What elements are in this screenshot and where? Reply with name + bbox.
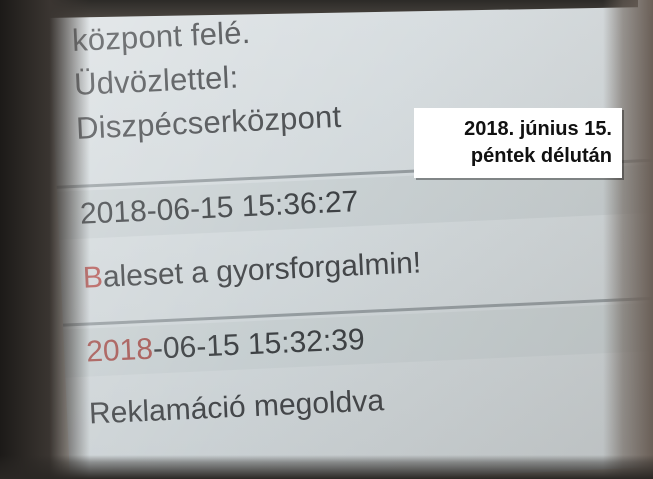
caption-date: 2018. június 15.: [464, 118, 612, 140]
date-caption: 2018. június 15. péntek délután: [414, 108, 622, 178]
timestamp-rest: -06-15 15:32:39: [152, 323, 366, 366]
message-1-body[interactable]: Baleset a gyorsforgalmin!: [60, 229, 653, 304]
timestamp-year: 2018: [85, 332, 154, 369]
message-2-header[interactable]: 2018-06-15 15:32:39: [63, 302, 653, 378]
message-text: Reklamáció megoldva: [88, 384, 385, 431]
message-2-body[interactable]: Reklamáció megoldva: [66, 364, 653, 439]
photo-frame: Üzenetek központ felé. Üdvözlettel: Disz…: [0, 0, 653, 479]
device-right-bezel: [603, 0, 653, 479]
message-text-rest: aleset a gyorsforgalmin!: [102, 246, 422, 294]
message-screen: Üzenetek központ felé. Üdvözlettel: Disz…: [48, 0, 653, 479]
device-left-bezel: [0, 0, 90, 479]
device-bottom-bezel: [0, 455, 653, 479]
message-text: Baleset a gyorsforgalmin!: [60, 229, 653, 304]
message-timestamp: 2018-06-15 15:32:39: [63, 302, 653, 377]
caption-day: péntek délután: [470, 145, 612, 167]
